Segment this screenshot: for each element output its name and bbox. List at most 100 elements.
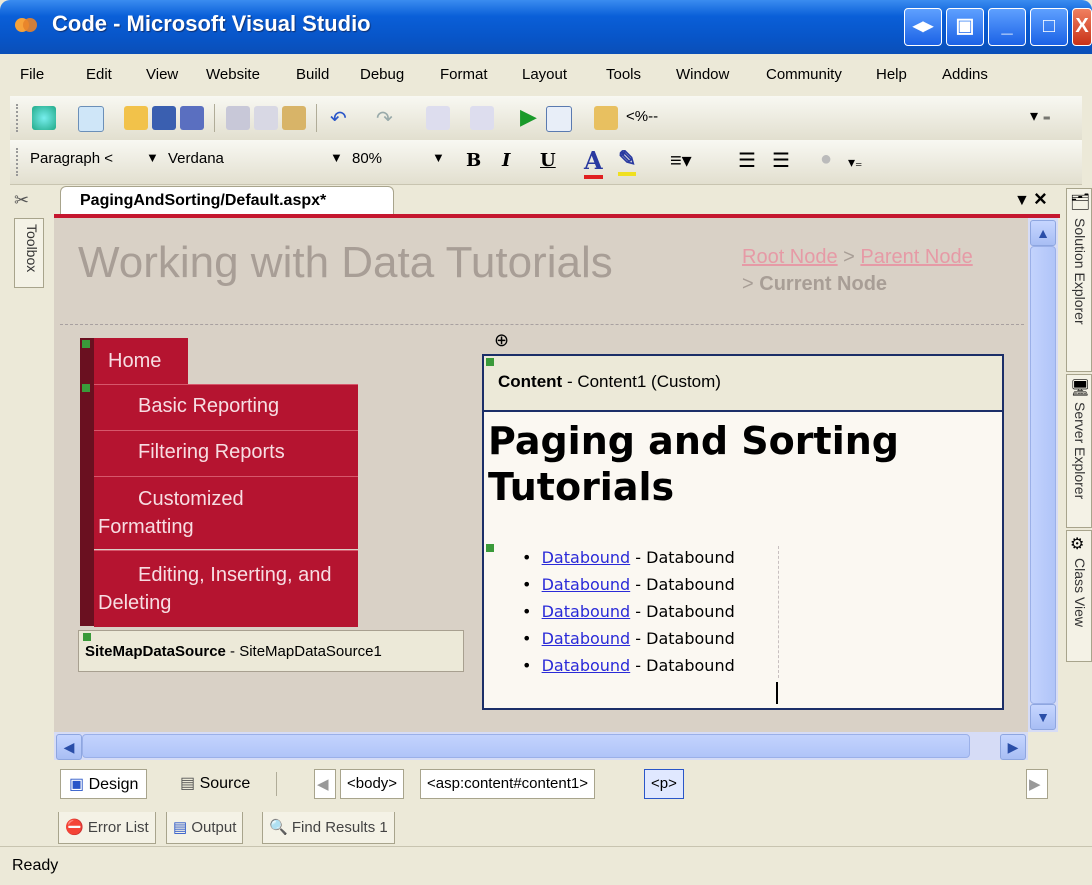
cut-icon[interactable] (226, 106, 250, 130)
align-icon[interactable]: ≡▾ (670, 148, 692, 173)
bold-button[interactable]: B (466, 150, 481, 171)
italic-button[interactable]: I (502, 150, 510, 171)
chevron-down-icon[interactable]: ▼ (330, 150, 343, 165)
horizontal-scroll-thumb[interactable] (82, 734, 970, 758)
highlight-icon[interactable]: ✎ (618, 146, 637, 176)
menu-item-customized-formatting[interactable]: Customized Formatting (94, 476, 358, 549)
error-list-icon: ⛔ (65, 819, 84, 836)
error-list-tab[interactable]: ⛔ Error List (58, 812, 156, 844)
new-project-icon[interactable] (32, 106, 56, 130)
source-view-button[interactable]: ▤ Source (172, 769, 258, 799)
scroll-left-icon[interactable]: ◀ (56, 734, 82, 760)
breadcrumb-parent-link[interactable]: Parent Node (860, 246, 972, 268)
menu-item-label: Basic Reporting (138, 395, 280, 417)
menu-addins[interactable]: Addins (942, 66, 988, 83)
start-debugging-icon[interactable]: ▶ (520, 104, 537, 130)
copy-icon[interactable] (254, 106, 278, 130)
scroll-down-icon[interactable]: ▼ (1030, 704, 1056, 730)
bullet-list-icon[interactable]: ☰ (738, 148, 756, 173)
toolbox-icon[interactable]: ✂ (14, 190, 44, 216)
breadcrumb-root-link[interactable]: Root Node (742, 246, 838, 268)
maximize-button[interactable]: □ (1030, 8, 1068, 46)
chevron-down-icon[interactable]: ▼ (432, 150, 445, 165)
menu-community[interactable]: Community (766, 66, 842, 83)
databound-link[interactable]: Databound (542, 548, 631, 567)
indent-icon[interactable]: ● (820, 148, 832, 171)
open-folder-icon[interactable] (124, 106, 148, 130)
close-icon[interactable]: × (1034, 186, 1047, 212)
databound-link[interactable]: Databound (542, 575, 631, 594)
tag-scroll-left-icon[interactable]: ◀ (314, 769, 336, 799)
menu-edit[interactable]: Edit (86, 66, 112, 83)
menu-help[interactable]: Help (876, 66, 907, 83)
properties-icon[interactable] (594, 106, 618, 130)
navigate-forward-icon[interactable] (470, 106, 494, 130)
close-button[interactable]: X (1072, 8, 1092, 46)
menu-build[interactable]: Build (296, 66, 329, 83)
move-handle-icon[interactable]: ⊕ (494, 330, 509, 351)
menu-item-filtering-reports[interactable]: Filtering Reports (94, 430, 358, 477)
menu-view[interactable]: View (146, 66, 178, 83)
design-icon: ▣ (69, 776, 85, 793)
save-icon[interactable] (152, 106, 176, 130)
breadcrumb-sep: > (742, 273, 760, 295)
redo-icon[interactable]: ↷ (376, 106, 393, 131)
chevron-down-icon[interactable]: ▼ (1014, 192, 1030, 210)
list-item-desc: - Databound (630, 575, 735, 594)
navigate-back-icon[interactable] (426, 106, 450, 130)
font-color-icon[interactable]: A (584, 146, 603, 179)
chevron-down-icon[interactable]: ▼ (146, 150, 159, 165)
menu-layout[interactable]: Layout (522, 66, 567, 83)
window-tile-icon[interactable]: ▣ (946, 8, 984, 46)
menu-tools[interactable]: Tools (606, 66, 641, 83)
header-divider (60, 324, 1024, 325)
tag-scroll-right-icon[interactable]: ▶ (1026, 769, 1048, 799)
scroll-up-icon[interactable]: ▲ (1030, 220, 1056, 246)
databound-link[interactable]: Databound (542, 629, 631, 648)
snippet-combo[interactable]: <%-- (626, 108, 658, 125)
sitemap-datasource-control[interactable]: SiteMapDataSource - SiteMapDataSource1 (78, 630, 464, 672)
vertical-scroll-thumb[interactable] (1030, 246, 1056, 704)
class-view-label: Class View (1072, 558, 1088, 627)
undo-icon[interactable]: ↶ (330, 106, 347, 131)
tag-p[interactable]: <p> (644, 769, 684, 799)
menu-item-home[interactable]: Home (94, 338, 188, 384)
toolbar-overflow-icon[interactable]: ▾ ₌ (1030, 106, 1051, 126)
restore-tile-icon[interactable]: ◂▸ (904, 8, 942, 46)
design-surface[interactable]: Working with Data Tutorials Root Node > … (54, 218, 1028, 732)
databound-link[interactable]: Databound (542, 656, 631, 675)
scroll-right-icon[interactable]: ▶ (1000, 734, 1026, 760)
font-name-combo[interactable]: Verdana (168, 150, 224, 167)
paste-icon[interactable] (282, 106, 306, 130)
add-item-icon[interactable] (78, 106, 104, 132)
menu-window[interactable]: Window (676, 66, 729, 83)
underline-button[interactable]: U (540, 150, 556, 171)
save-all-icon[interactable] (180, 106, 204, 130)
design-view-button[interactable]: ▣ Design (60, 769, 148, 799)
tag-asp-content[interactable]: <asp:content#content1> (420, 769, 595, 799)
menu-item-basic-reporting[interactable]: Basic Reporting (94, 384, 358, 431)
control-id: - SiteMapDataSource1 (225, 643, 382, 660)
find-results-tab[interactable]: 🔍 Find Results 1 (262, 812, 395, 844)
menu-website[interactable]: Website (206, 66, 260, 83)
tag-body[interactable]: <body> (340, 769, 405, 799)
block-format-combo[interactable]: Paragraph < (30, 150, 113, 167)
menu-item-editing[interactable]: Editing, Inserting, and Deleting (94, 550, 358, 627)
tab-label: Error List (87, 819, 149, 836)
font-size-combo[interactable]: 80% (352, 150, 382, 167)
numbered-list-icon[interactable]: ☰ (772, 148, 790, 173)
databound-link[interactable]: Databound (542, 602, 631, 621)
toolbar-grip[interactable] (16, 148, 22, 176)
menu-file[interactable]: File (20, 66, 44, 83)
list-item: • Databound - Databound (522, 575, 735, 594)
tab-label: Find Results 1 (291, 819, 388, 836)
browse-icon[interactable] (546, 106, 572, 132)
list-item: • Databound - Databound (522, 656, 735, 675)
toolbar-grip[interactable] (16, 104, 22, 132)
content-placeholder[interactable]: Content - Content1 (Custom) Paging and S… (482, 354, 1004, 710)
output-tab[interactable]: ▤ Output (166, 812, 244, 844)
menu-debug[interactable]: Debug (360, 66, 404, 83)
menu-format[interactable]: Format (440, 66, 488, 83)
toolbar-overflow-icon[interactable]: ▾₌ (848, 154, 862, 171)
minimize-button[interactable]: _ (988, 8, 1026, 46)
